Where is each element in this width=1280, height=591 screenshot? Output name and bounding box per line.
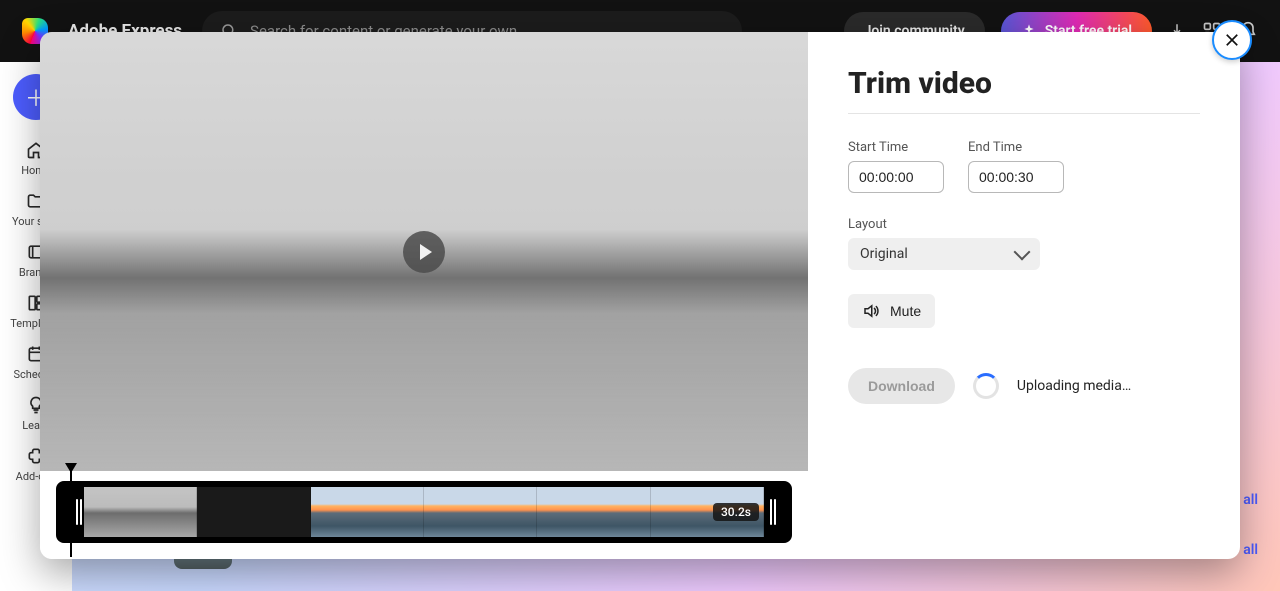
download-row: Download Uploading media… — [848, 368, 1200, 404]
layout-select[interactable]: Original — [848, 238, 1040, 270]
end-time-input[interactable] — [968, 161, 1064, 193]
layout-value: Original — [860, 246, 908, 262]
timeline-frame — [424, 487, 537, 537]
mute-label: Mute — [890, 303, 921, 319]
preview-pane: 30.2s — [40, 32, 808, 559]
timeline-frame — [537, 487, 650, 537]
start-time-label: Start Time — [848, 140, 944, 155]
timeline-container: 30.2s — [40, 471, 808, 559]
divider — [848, 113, 1200, 114]
timeline-frame: 30.2s — [651, 487, 764, 537]
settings-pane: Trim video Start Time End Time Layout Or… — [808, 32, 1240, 559]
video-preview[interactable] — [40, 32, 808, 471]
close-icon — [1223, 31, 1241, 49]
trim-video-modal: 30.2s Trim video Start Time End Time — [40, 32, 1240, 559]
modal-overlay: 30.2s Trim video Start Time End Time — [0, 0, 1280, 591]
duration-badge: 30.2s — [713, 503, 759, 521]
download-button: Download — [848, 368, 955, 404]
trim-handle-end[interactable] — [764, 485, 778, 539]
timeline[interactable]: 30.2s — [56, 481, 792, 543]
end-time-label: End Time — [968, 140, 1064, 155]
trim-handle-start[interactable] — [70, 485, 84, 539]
timeline-frame — [197, 487, 310, 537]
chevron-down-icon — [1014, 244, 1031, 261]
close-button[interactable] — [1212, 20, 1252, 60]
spinner-icon — [973, 373, 999, 399]
mute-button[interactable]: Mute — [848, 294, 935, 328]
layout-label: Layout — [848, 217, 1200, 232]
timeline-frame — [84, 487, 197, 537]
speaker-icon — [862, 302, 880, 320]
start-time-input[interactable] — [848, 161, 944, 193]
timeline-frame — [311, 487, 424, 537]
play-icon — [420, 244, 432, 260]
timeline-track[interactable]: 30.2s — [84, 485, 764, 539]
play-button[interactable] — [403, 231, 445, 273]
uploading-status: Uploading media… — [1017, 378, 1131, 394]
modal-title: Trim video — [848, 66, 1200, 101]
